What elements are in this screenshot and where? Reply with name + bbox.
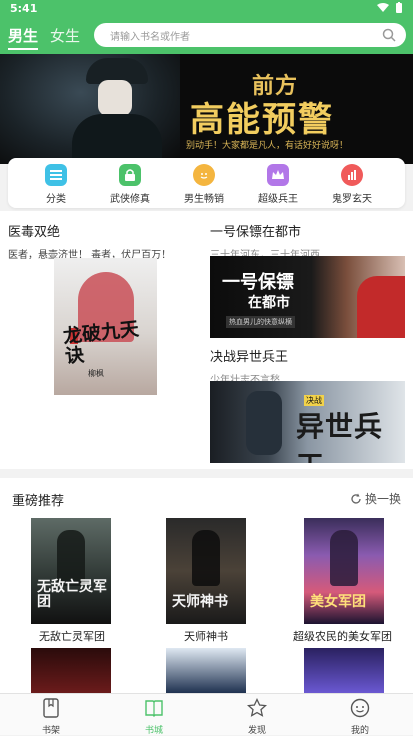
banner-illustration (0, 54, 180, 164)
banner-coat (72, 114, 162, 164)
cover-figure (357, 276, 405, 338)
tab-label: 发现 (247, 726, 266, 736)
cover-title-line1: 一号保镖 (222, 272, 294, 293)
cover-title: 异世兵王 (296, 410, 384, 463)
book-cover[interactable]: 决战 异世兵王 (210, 381, 405, 463)
book-title: 决战异世兵王 (210, 350, 289, 365)
bottom-tab-bar: 书架 书城 发现 我的 (0, 693, 413, 736)
cover-tagline: 热血男儿的快意纵横 (226, 316, 295, 328)
category-item-guiluo[interactable]: 鬼罗玄天 (317, 164, 387, 205)
search-icon[interactable] (382, 28, 396, 42)
featured-right-book-2[interactable]: 决战异世兵王 少年壮志不言愁 (210, 346, 405, 386)
cover-author: 柳枫 (88, 369, 104, 378)
recommend-book-cover[interactable] (31, 648, 111, 693)
battery-icon (396, 2, 402, 13)
gender-tabs: 男生 女生 (8, 25, 80, 50)
cover-title: 无敌亡灵军团 (37, 579, 107, 610)
category-label: 鬼罗玄天 (332, 194, 372, 205)
recommend-book-cover[interactable]: 天师神书 (166, 518, 246, 624)
book-cover[interactable]: 龙破九天诀 柳枫 (54, 258, 157, 395)
chart-icon (341, 164, 363, 186)
book-cover[interactable]: 一号保镖 在都市 热血男儿的快意纵横 (210, 256, 405, 338)
recommend-book-title[interactable]: 天师神书 (184, 628, 228, 644)
search-input[interactable]: 请输入书名或作者 (94, 23, 406, 47)
status-time: 5:41 (10, 2, 38, 15)
recommend-book-cover[interactable]: 无敌亡灵军团 (31, 518, 111, 624)
tab-bookstore[interactable]: 书城 (124, 698, 184, 736)
recommend-book-cover[interactable] (304, 648, 384, 693)
recommend-book-title[interactable]: 超级农民的美女军团 (293, 628, 392, 644)
category-item-wuxia[interactable]: 武侠修真 (95, 164, 165, 205)
category-label: 武侠修真 (110, 194, 150, 205)
featured-section: 医毒双绝 医者，悬壶济世！ 毒者，伏尸百万！ 龙破九天诀 柳枫 一号保镖在都市 … (0, 211, 413, 469)
book-title: 一号保镖在都市 (210, 225, 302, 240)
status-bar: 5:41 (0, 0, 413, 18)
cover-title: 龙破九天诀 (62, 318, 140, 368)
cover-title: 天师神书 (172, 594, 228, 610)
recommend-section: 重磅推荐 换一换 无敌亡灵军团 无敌亡灵军团 天师神书 天师神书 美女军团 超级… (0, 478, 413, 693)
featured-right-book-1[interactable]: 一号保镖在都市 三十年河东，三十年河西 (210, 221, 405, 261)
category-item-soldier-king[interactable]: 超级兵王 (243, 164, 313, 205)
category-item-classify[interactable]: 分类 (21, 164, 91, 205)
cover-figure (192, 530, 220, 586)
tab-discover[interactable]: 发现 (227, 697, 287, 736)
crown-icon (267, 164, 289, 186)
search-placeholder: 请输入书名或作者 (110, 32, 190, 43)
tab-profile[interactable]: 我的 (330, 698, 390, 736)
cover-title-line2: 在都市 (248, 295, 290, 311)
tab-bookshelf[interactable]: 书架 (21, 698, 81, 736)
bookstore-icon (145, 700, 163, 717)
recommend-book-cover[interactable] (166, 648, 246, 693)
bookshelf-icon (43, 698, 59, 718)
star-icon (246, 697, 268, 717)
section-title: 重磅推荐 (12, 494, 65, 509)
banner-subtitle: 别动手！大家都是凡人，有话好好说呀！ (186, 141, 349, 151)
recommend-book-cover[interactable]: 美女军团 (304, 518, 384, 624)
category-label: 男生畅销 (184, 194, 224, 205)
book-title: 医毒双绝 (8, 225, 61, 240)
cover-figure (246, 391, 282, 455)
promo-banner[interactable]: 前方 高能预警 别动手！大家都是凡人，有话好好说呀！ (0, 54, 413, 164)
profile-icon (350, 698, 370, 718)
category-label: 分类 (46, 194, 66, 205)
tab-female[interactable]: 女生 (50, 25, 80, 50)
refresh-button[interactable]: 换一换 (350, 490, 401, 507)
category-bar: 分类 武侠修真 男生畅销 超级兵王 鬼罗玄天 (8, 158, 405, 208)
recommend-book-title[interactable]: 无敌亡灵军团 (39, 628, 105, 644)
refresh-icon (351, 493, 361, 504)
status-icons (377, 2, 403, 14)
refresh-label: 换一换 (364, 492, 401, 506)
lock-icon (119, 164, 141, 186)
tab-label: 书城 (144, 726, 163, 736)
cover-figure (57, 530, 85, 586)
featured-big-book[interactable]: 医毒双绝 医者，悬壶济世！ 毒者，伏尸百万！ (8, 221, 200, 261)
tab-label: 书架 (41, 726, 60, 736)
cover-figure (330, 530, 358, 586)
banner-title-big: 高能预警 (190, 100, 334, 140)
tab-male[interactable]: 男生 (8, 25, 39, 50)
wifi-icon (377, 3, 389, 12)
category-label: 超级兵王 (258, 194, 298, 205)
cover-title: 美女军团 (310, 594, 366, 610)
top-bar: 5:41 男生 女生 请输入书名或作者 (0, 0, 413, 54)
category-item-bestseller[interactable]: 男生畅销 (169, 164, 239, 205)
banner-face (98, 80, 132, 116)
list-icon (45, 164, 67, 186)
tab-label: 我的 (350, 726, 369, 736)
face-icon (193, 164, 215, 186)
